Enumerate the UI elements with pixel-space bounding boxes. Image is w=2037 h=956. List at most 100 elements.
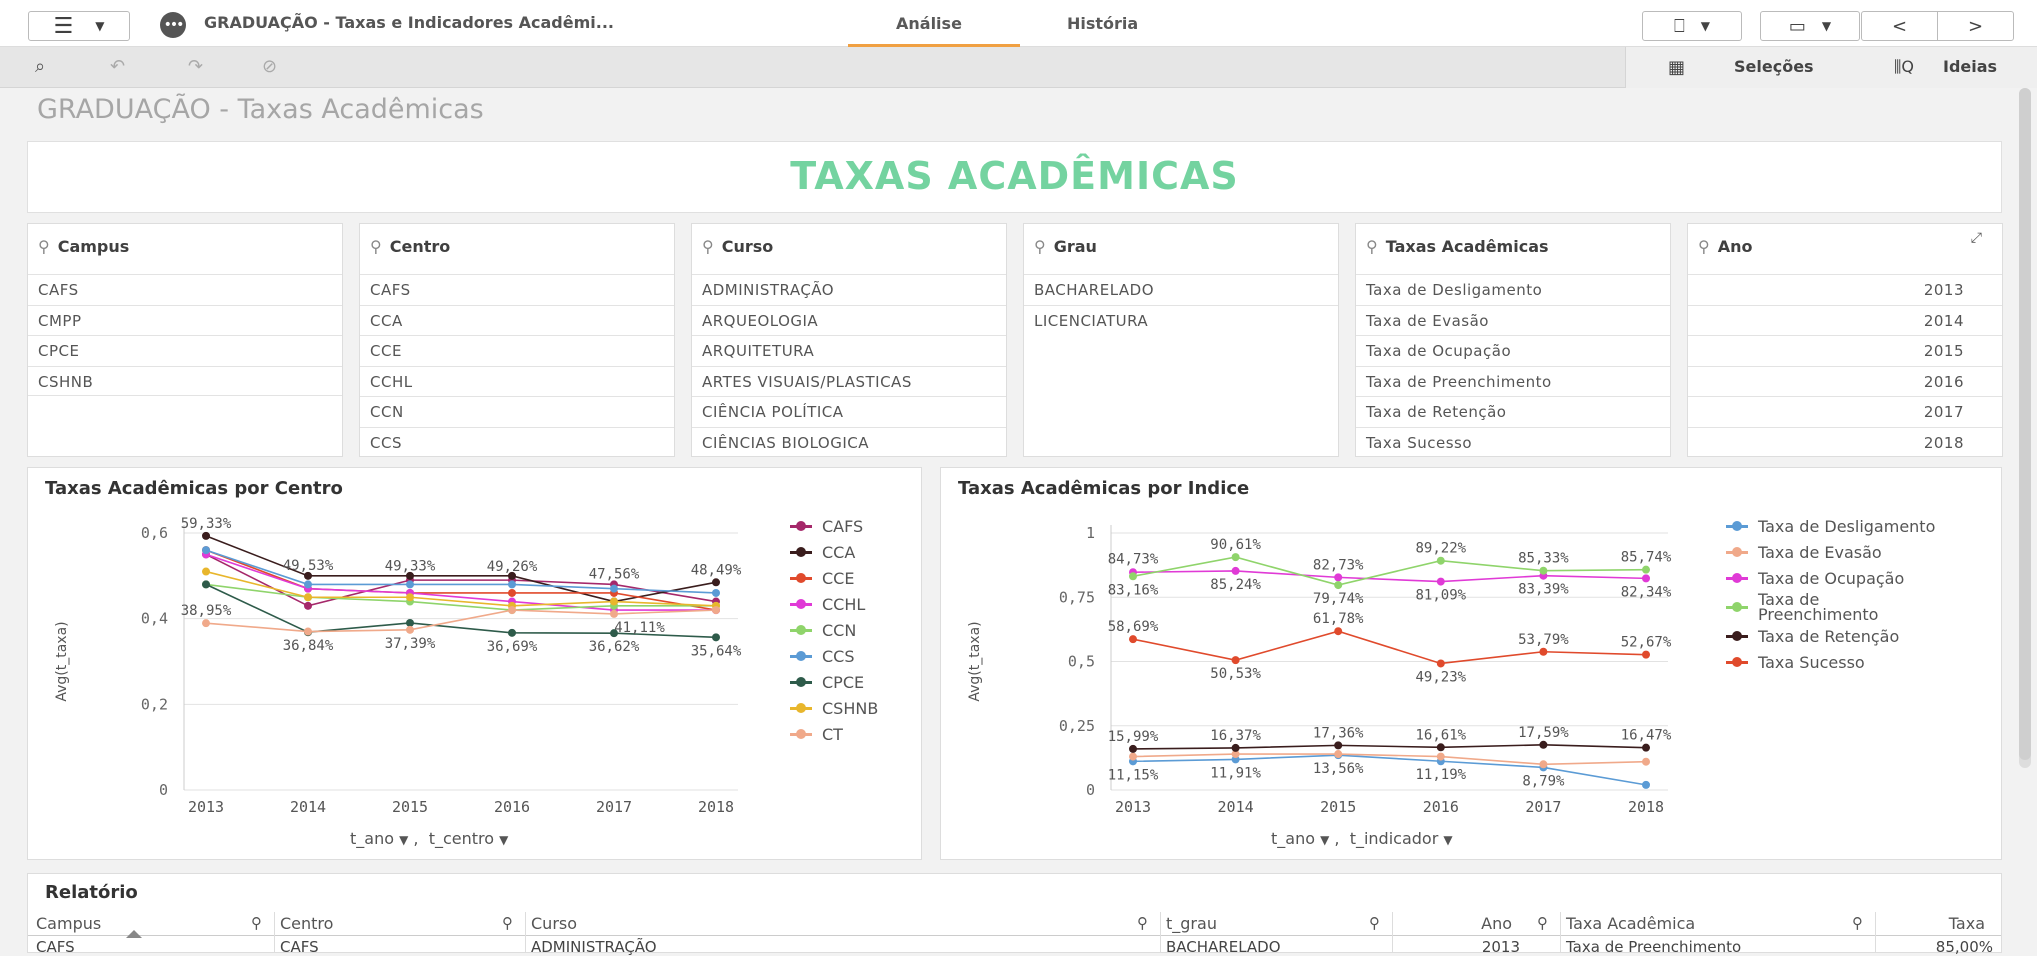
data-point[interactable] <box>1642 780 1650 789</box>
data-point[interactable] <box>1334 741 1343 750</box>
legend-item[interactable]: Taxa de Retenção <box>1726 623 1935 649</box>
legend-item[interactable]: CCN <box>790 617 878 643</box>
filter-title[interactable]: ⚲ Grau <box>1034 237 1097 256</box>
filter-item[interactable]: ARQUEOLOGIA <box>692 304 1006 336</box>
search-icon[interactable]: ⚲ <box>1537 914 1548 932</box>
filter-item[interactable]: CCS <box>360 426 674 458</box>
filter-item[interactable]: 2016 <box>1688 365 2002 397</box>
filter-item[interactable]: 2017 <box>1688 396 2002 427</box>
data-point[interactable] <box>1436 556 1445 565</box>
data-point[interactable] <box>1231 743 1240 752</box>
data-point[interactable] <box>304 580 312 589</box>
data-point[interactable] <box>1129 572 1137 581</box>
selections-icon[interactable]: ▦ <box>1668 57 1685 78</box>
filter-title[interactable]: ⚲ Curso <box>702 237 773 256</box>
line-chart-centro[interactable]: 0 0,2 0,4 0,6 2013 2014 2015 2016 2017 2018 Avg(t_… <box>28 468 923 861</box>
filter-item[interactable]: LICENCIATURA <box>1024 304 1338 336</box>
search-icon[interactable]: ⚲ <box>702 237 714 256</box>
legend-item[interactable]: CCS <box>790 643 878 669</box>
x-dimension-selector[interactable]: t_ano ▼ , t_indicador ▼ <box>1271 829 1453 848</box>
data-point[interactable] <box>1334 750 1343 759</box>
data-point[interactable] <box>1334 627 1343 636</box>
step-forward-icon[interactable]: ↷ <box>188 56 203 77</box>
legend-item[interactable]: CCA <box>790 539 878 565</box>
data-point[interactable] <box>1231 553 1240 562</box>
legend-item[interactable]: Taxa Sucesso <box>1726 649 1935 675</box>
data-point[interactable] <box>1539 760 1548 769</box>
legend-item[interactable]: CCHL <box>790 591 878 617</box>
data-point[interactable] <box>610 584 618 593</box>
data-point[interactable] <box>712 588 720 597</box>
data-point[interactable] <box>202 531 210 540</box>
filter-pane-ano[interactable]: ⚲ Ano ⤢ 2013 2014 2015 2016 2017 2018 <box>1687 223 2003 457</box>
data-point[interactable] <box>406 625 414 634</box>
tab-analise[interactable]: Análise <box>896 14 962 33</box>
search-icon[interactable]: ⚲ <box>1369 914 1380 932</box>
sort-ascending-icon[interactable] <box>126 930 142 938</box>
data-point[interactable] <box>1436 752 1445 761</box>
column-header[interactable]: t_grau ⚲ <box>1166 914 1388 938</box>
search-icon[interactable]: ⚲ <box>370 237 382 256</box>
table-cell[interactable]: 2013 <box>1482 938 1520 956</box>
data-point[interactable] <box>508 588 516 597</box>
step-back-icon[interactable]: ↶ <box>110 56 125 77</box>
filter-item[interactable]: ARTES VISUAIS/PLASTICAS <box>692 365 1006 397</box>
data-point[interactable] <box>1129 744 1137 753</box>
column-header[interactable]: Ano ⚲ <box>1398 914 1556 938</box>
legend-item[interactable]: Taxa de Desligamento <box>1726 513 1935 539</box>
filter-pane-grau[interactable]: ⚲ Grau BACHARELADO LICENCIATURA <box>1023 223 1339 457</box>
data-point[interactable] <box>1334 581 1343 590</box>
filter-item[interactable]: ADMINISTRAÇÃO <box>692 274 1006 305</box>
legend-item[interactable]: CAFS <box>790 513 878 539</box>
search-icon[interactable]: ⚲ <box>1034 237 1046 256</box>
smart-search-icon[interactable]: ⌕ <box>35 56 45 77</box>
data-point[interactable] <box>202 580 210 589</box>
filter-item[interactable]: 2014 <box>1688 304 2002 336</box>
filter-pane-centro[interactable]: ⚲ Centro CAFS CCA CCE CCHL CCN CCS <box>359 223 675 457</box>
data-point[interactable] <box>1642 565 1650 574</box>
data-point[interactable] <box>712 633 720 642</box>
tab-historia[interactable]: História <box>1067 14 1138 33</box>
data-point[interactable] <box>1642 743 1650 752</box>
data-point[interactable] <box>1334 573 1343 582</box>
expand-icon[interactable]: ⤢ <box>1971 230 1982 246</box>
legend-item[interactable]: CSHNB <box>790 695 878 721</box>
legend-item[interactable]: CCE <box>790 565 878 591</box>
filter-item[interactable]: CIÊNCIA POLÍTICA <box>692 396 1006 427</box>
data-point[interactable] <box>1642 650 1650 659</box>
data-point[interactable] <box>1539 566 1548 575</box>
data-point[interactable] <box>202 619 210 628</box>
column-header[interactable]: Taxa Acadêmica ⚲ <box>1566 914 1871 938</box>
bookmarks-button[interactable]: ⎕ ▼ <box>1642 11 1742 41</box>
insights-icon[interactable]: ⫼Q <box>1894 57 1914 77</box>
data-point[interactable] <box>406 580 414 589</box>
data-point[interactable] <box>1231 566 1240 575</box>
legend-item[interactable]: CT <box>790 721 878 747</box>
data-point[interactable] <box>508 580 516 589</box>
filter-item[interactable]: Taxa de Evasão <box>1356 304 1670 336</box>
filter-item[interactable]: CAFS <box>28 274 342 305</box>
data-point[interactable] <box>610 609 618 618</box>
filter-item[interactable]: 2013 <box>1688 274 2002 305</box>
filter-item[interactable]: CMPP <box>28 304 342 336</box>
data-point[interactable] <box>406 593 414 602</box>
search-icon[interactable]: ⚲ <box>502 914 513 932</box>
data-point[interactable] <box>304 627 312 636</box>
data-point[interactable] <box>1539 647 1548 656</box>
data-point[interactable] <box>1129 752 1137 761</box>
data-point[interactable] <box>712 606 720 615</box>
filter-item[interactable]: Taxa de Retenção <box>1356 396 1670 427</box>
data-point[interactable] <box>304 593 312 602</box>
next-sheet-button[interactable]: > <box>1937 11 2014 41</box>
search-icon[interactable]: ⚲ <box>251 914 262 932</box>
ideas-button[interactable]: Ideias <box>1943 57 1997 76</box>
filter-item[interactable]: Taxa de Preenchimento <box>1356 365 1670 397</box>
scrollbar-thumb[interactable] <box>2019 88 2031 760</box>
data-point[interactable] <box>304 601 312 610</box>
clear-selections-icon[interactable]: ⊘ <box>262 56 277 77</box>
search-icon[interactable]: ⚲ <box>1137 914 1148 932</box>
table-cell[interactable]: CAFS <box>36 938 75 956</box>
filter-item[interactable]: Taxa de Desligamento <box>1356 274 1670 305</box>
legend-item[interactable]: CPCE <box>790 669 878 695</box>
filter-title[interactable]: ⚲ Ano <box>1698 237 1752 256</box>
